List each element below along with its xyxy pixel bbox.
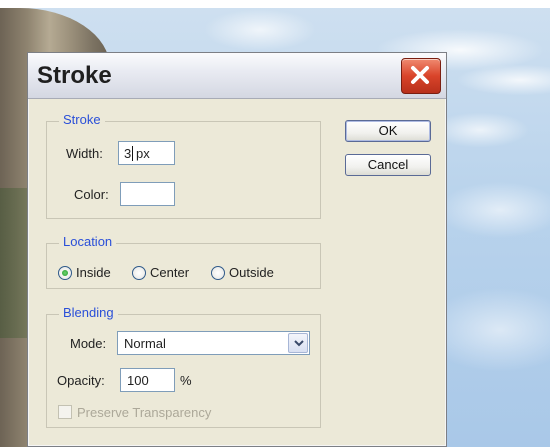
title-bar[interactable]: Stroke <box>28 53 446 99</box>
width-label: Width: <box>66 146 103 161</box>
mode-dropdown-button[interactable] <box>288 333 308 353</box>
radio-center-button[interactable] <box>132 266 146 280</box>
mode-value: Normal <box>124 336 166 351</box>
width-field[interactable]: 3 px <box>118 141 175 165</box>
ok-button[interactable]: OK <box>345 120 431 142</box>
radio-inside-button[interactable] <box>58 266 72 280</box>
width-unit: px <box>136 146 150 161</box>
width-value: 3 <box>124 146 132 161</box>
color-swatch[interactable] <box>120 182 175 206</box>
dialog-title: Stroke <box>37 62 112 89</box>
radio-center-label[interactable]: Center <box>150 265 189 280</box>
color-label: Color: <box>74 187 109 202</box>
stroke-group-legend: Stroke <box>59 112 105 127</box>
blending-group-legend: Blending <box>59 305 118 320</box>
text-cursor <box>132 146 133 161</box>
opacity-unit: % <box>180 373 192 388</box>
stroke-dialog: Stroke Stroke Width: 3 px Color: Locatio… <box>27 52 447 447</box>
chevron-down-icon <box>294 340 304 347</box>
location-group-legend: Location <box>59 234 117 249</box>
opacity-field[interactable]: 100 <box>120 368 175 392</box>
cancel-button[interactable]: Cancel <box>345 154 431 176</box>
close-button[interactable] <box>401 58 441 94</box>
mode-select[interactable]: Normal <box>117 331 310 355</box>
mode-label: Mode: <box>70 336 107 351</box>
close-icon <box>411 66 429 84</box>
opacity-value: 100 <box>127 373 149 388</box>
radio-inside-label[interactable]: Inside <box>76 265 111 280</box>
opacity-label: Opacity: <box>57 373 105 388</box>
radio-outside-label[interactable]: Outside <box>229 265 274 280</box>
preserve-transparency-checkbox[interactable] <box>58 405 72 419</box>
preserve-transparency-label[interactable]: Preserve Transparency <box>77 405 211 420</box>
radio-outside-button[interactable] <box>211 266 225 280</box>
stroke-group: Stroke <box>46 112 321 219</box>
